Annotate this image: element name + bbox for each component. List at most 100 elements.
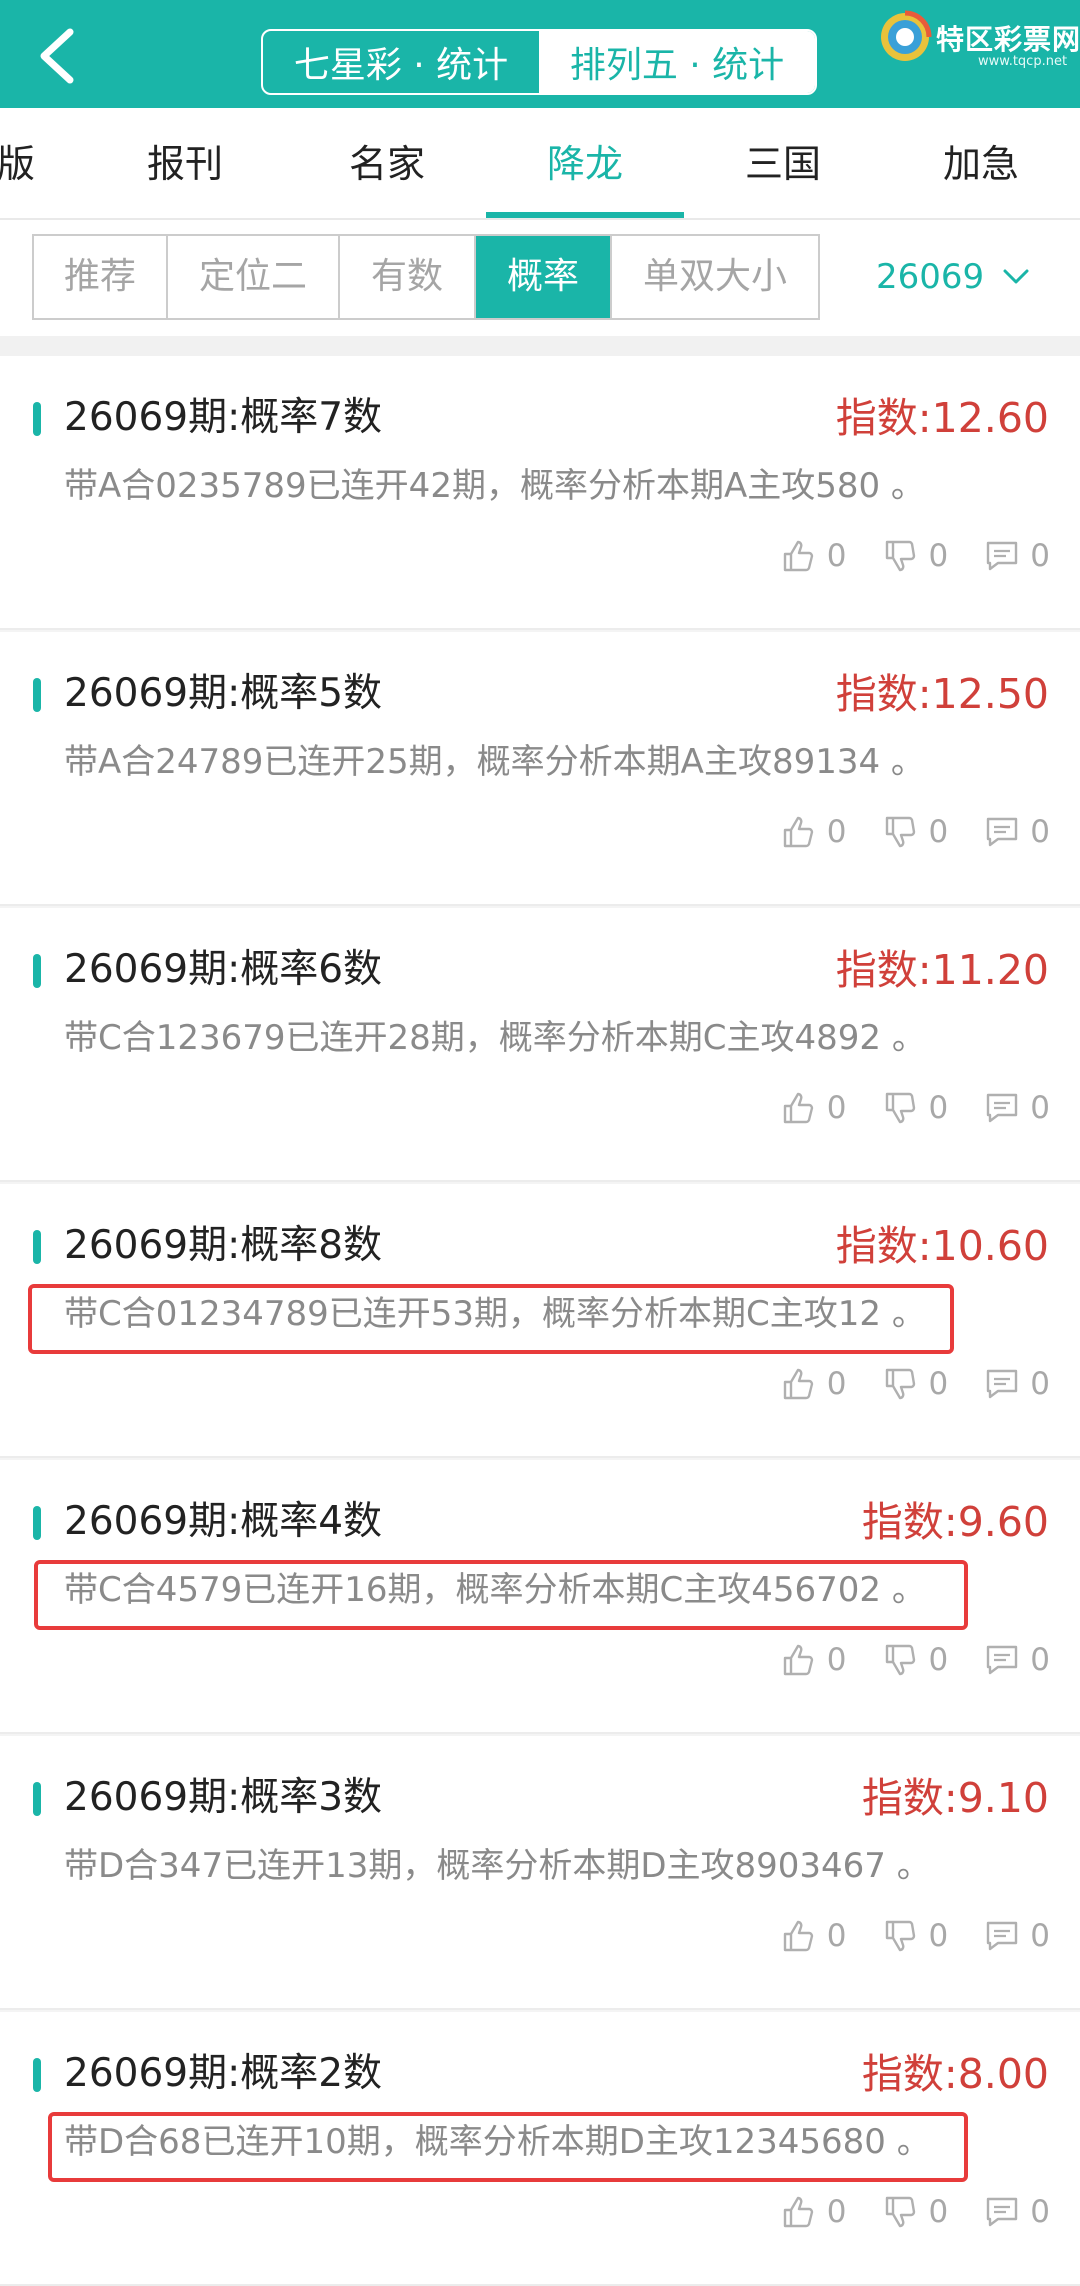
dislike-button[interactable]: 0 — [883, 2194, 949, 2230]
dislike-button[interactable]: 0 — [883, 1642, 949, 1678]
category-tab-xianglong[interactable]: 降龙 — [500, 108, 670, 218]
like-button[interactable]: 0 — [781, 538, 847, 574]
thumbs-up-icon — [783, 1368, 813, 1400]
category-tab-baokan[interactable]: 报刊 — [100, 108, 270, 218]
like-button[interactable]: 0 — [781, 1366, 847, 1402]
card-description: 带A合24789已连开25期，概率分析本期A主攻89134 。 — [64, 742, 925, 782]
comment-count: 0 — [1030, 814, 1050, 850]
card-actions: 0 0 0 — [745, 1914, 1050, 1958]
prediction-card[interactable]: 26069期:概率5数 指数:12.50 带A合24789已连开25期，概率分析… — [0, 632, 1080, 906]
card-title: 26069期:概率5数 — [64, 671, 383, 716]
comment-icon — [987, 2197, 1018, 2227]
dislike-count: 0 — [928, 1642, 949, 1678]
like-count: 0 — [826, 1642, 847, 1678]
comment-count: 0 — [1030, 538, 1050, 574]
card-marker — [33, 402, 41, 436]
prediction-card[interactable]: 26069期:概率7数 指数:12.60 带A合0235789已连开42期，概率… — [0, 356, 1080, 630]
thumbs-up-icon — [783, 2196, 813, 2228]
thumbs-up-icon — [783, 540, 813, 572]
like-button[interactable]: 0 — [781, 1090, 847, 1126]
comment-button[interactable]: 0 — [984, 1642, 1050, 1678]
card-title: 26069期:概率2数 — [64, 2051, 383, 2096]
prediction-card[interactable]: 26069期:概率2数 指数:8.00 带D合68已连开10期，概率分析本期D主… — [0, 2012, 1080, 2286]
comment-count: 0 — [1030, 1090, 1050, 1126]
back-button[interactable] — [30, 26, 86, 86]
filter-chip-tuijian[interactable]: 推荐 — [34, 236, 166, 318]
card-actions: 0 0 0 — [745, 810, 1050, 854]
thumbs-up-icon — [783, 1920, 813, 1952]
dislike-count: 0 — [928, 1918, 949, 1954]
dislike-button[interactable]: 0 — [883, 1090, 948, 1126]
filter-bar: 推荐 定位二 有数 概率 单双大小 26069 — [0, 220, 1080, 336]
card-description: 带C合123679已连开28期，概率分析本期C主攻4892 。 — [64, 1018, 926, 1058]
comment-count: 0 — [1030, 1366, 1050, 1402]
card-title: 26069期:概率3数 — [64, 1775, 383, 1820]
prediction-card[interactable]: 26069期:概率3数 指数:9.10 带D合347已连开13期，概率分析本期D… — [0, 1736, 1080, 2010]
card-marker — [33, 2058, 41, 2092]
card-actions: 0 0 0 — [745, 1086, 1050, 1130]
tab-qixingcai-stats[interactable]: 七星彩 · 统计 — [263, 31, 539, 93]
prediction-card[interactable]: 26069期:概率6数 指数:11.20 带C合123679已连开28期，概率分… — [0, 908, 1080, 1182]
category-tab-ban[interactable]: 版 — [0, 108, 46, 218]
card-index: 指数:8.00 — [861, 2050, 1049, 2098]
tab-pailiewu-stats[interactable]: 排列五 · 统计 — [539, 31, 815, 93]
comment-count: 0 — [1030, 2194, 1050, 2230]
like-button[interactable]: 0 — [781, 1642, 847, 1678]
card-marker — [33, 1782, 41, 1816]
thumbs-up-icon — [783, 1092, 813, 1124]
dislike-count: 0 — [928, 1366, 949, 1402]
like-button[interactable]: 0 — [781, 814, 847, 850]
comment-count: 0 — [1030, 1642, 1050, 1678]
category-tab-mingjia[interactable]: 名家 — [302, 108, 472, 218]
brand-watermark: 特区彩票网 www.tqcp.net — [878, 10, 1080, 72]
like-count: 0 — [826, 538, 847, 574]
card-index: 指数:9.10 — [861, 1774, 1049, 1822]
comment-button[interactable]: 0 — [984, 538, 1050, 574]
like-count: 0 — [826, 1090, 847, 1126]
comment-button[interactable]: 0 — [984, 1090, 1050, 1126]
like-count: 0 — [826, 814, 847, 850]
comment-icon — [987, 1093, 1018, 1123]
prediction-card[interactable]: 26069期:概率8数 指数:10.60 带C合01234789已连开53期，概… — [0, 1184, 1080, 1458]
like-button[interactable]: 0 — [781, 1918, 847, 1954]
like-button[interactable]: 0 — [781, 2194, 847, 2230]
card-marker — [33, 954, 41, 988]
card-actions: 0 0 0 — [745, 534, 1050, 578]
card-marker — [33, 1506, 41, 1540]
chevron-down-icon — [1003, 269, 1029, 284]
filter-chip-gailv[interactable]: 概率 — [474, 236, 610, 318]
comment-button[interactable]: 0 — [984, 814, 1050, 850]
thumbs-up-icon — [783, 816, 813, 848]
card-description: 带A合0235789已连开42期，概率分析本期A主攻580 。 — [64, 466, 925, 506]
comment-icon — [987, 817, 1018, 847]
thumbs-down-icon — [885, 540, 915, 572]
category-tab-jiaji[interactable]: 加急 — [896, 108, 1066, 218]
category-tab-sanguo[interactable]: 三国 — [698, 108, 868, 218]
filter-chip-danshuangdaxiao[interactable]: 单双大小 — [610, 236, 818, 318]
filter-chip-youshu[interactable]: 有数 — [338, 236, 474, 318]
issue-value: 26069 — [876, 257, 985, 297]
card-marker — [33, 1230, 41, 1264]
dislike-button[interactable]: 0 — [883, 814, 949, 850]
prediction-card[interactable]: 26069期:概率4数 指数:9.60 带C合4579已连开16期，概率分析本期… — [0, 1460, 1080, 1734]
dislike-button[interactable]: 0 — [883, 1366, 949, 1402]
brand-logo-icon — [881, 10, 932, 61]
comment-button[interactable]: 0 — [984, 2194, 1050, 2230]
card-index: 指数:10.60 — [835, 1222, 1049, 1270]
dislike-count: 0 — [928, 2194, 949, 2230]
section-divider — [0, 336, 1080, 356]
issue-select[interactable]: 26069 — [876, 234, 1030, 320]
comment-button[interactable]: 0 — [984, 1918, 1050, 1954]
highlight-box — [28, 1284, 954, 1354]
comment-icon — [987, 1921, 1018, 1951]
comment-count: 0 — [1030, 1918, 1050, 1954]
card-index: 指数:12.50 — [835, 670, 1049, 718]
highlight-box — [34, 1560, 968, 1630]
comment-button[interactable]: 0 — [984, 1366, 1050, 1402]
dislike-count: 0 — [928, 814, 949, 850]
lottery-switch: 七星彩 · 统计 排列五 · 统计 — [261, 29, 817, 95]
like-count: 0 — [826, 2194, 847, 2230]
filter-chip-dingweier[interactable]: 定位二 — [166, 236, 338, 318]
dislike-button[interactable]: 0 — [883, 538, 948, 574]
dislike-button[interactable]: 0 — [883, 1918, 949, 1954]
